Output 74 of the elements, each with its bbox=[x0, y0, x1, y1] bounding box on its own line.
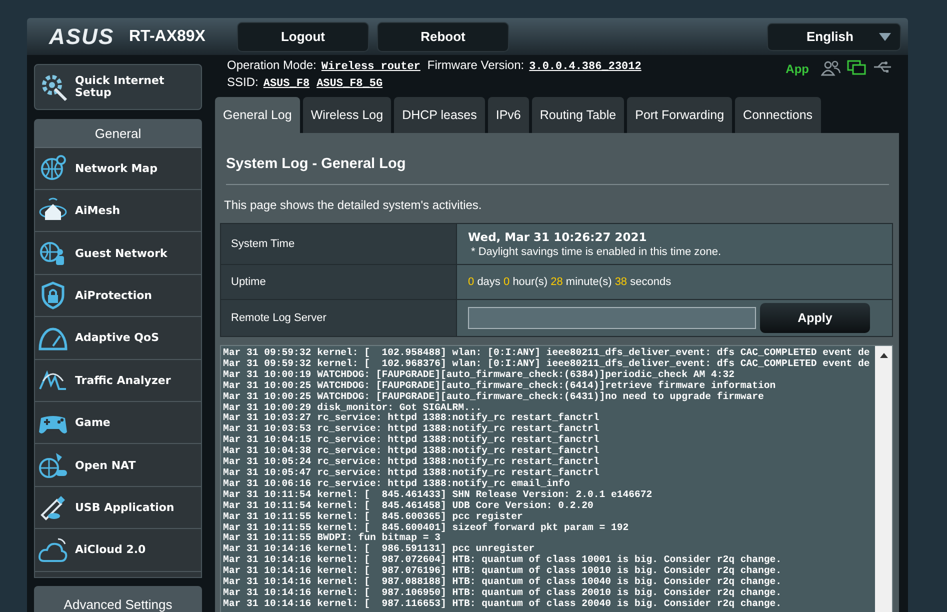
log-line: Mar 31 10:14:16 kernel: [ 987.106950] HTB: quantum of class 20010 is big. Consider r2q change. bbox=[223, 588, 782, 598]
sidebar-heading: General bbox=[35, 120, 201, 148]
sidebar-item[interactable]: Adaptive QoS bbox=[35, 317, 201, 360]
log-line: Mar 31 10:04:38 rc_service: httpd 1388:notify_rc restart_fanctrl bbox=[223, 446, 600, 456]
sidebar-heading: Advanced Settings bbox=[34, 586, 202, 612]
ssid-link[interactable]: ASUS_F8_5G bbox=[316, 78, 383, 90]
tab[interactable]: Routing Table bbox=[532, 97, 624, 133]
apply-button[interactable]: Apply bbox=[760, 303, 870, 333]
sidebar-item[interactable]: USB Application bbox=[35, 486, 201, 530]
log-line: Mar 31 10:14:16 kernel: [ 987.088188] HTB: quantum of class 10040 is big. Consider r2q change. bbox=[223, 577, 782, 588]
ssid-link[interactable]: ASUS_F8 bbox=[263, 78, 310, 90]
sidebar-item[interactable]: Traffic Analyzer bbox=[35, 360, 201, 402]
log-line: Mar 31 10:04:15 rc_service: httpd 1388:notify_rc restart_fanctrl bbox=[223, 435, 600, 446]
log-line: Mar 31 10:03:53 rc_service: httpd 1388:notify_rc restart_fanctrl bbox=[223, 424, 600, 434]
system-time: Wed, Mar 31 10:26:27 2021 bbox=[468, 230, 647, 244]
log-line: Mar 31 10:11:55 kernel: [ 845.600365] pcc register bbox=[223, 512, 523, 522]
log-line: Mar 31 10:11:54 kernel: [ 845.461433] SHN Release Version: 2.0.1 e146672 bbox=[223, 490, 652, 500]
row-label: System Time bbox=[221, 224, 457, 264]
scroll-up-icon bbox=[880, 353, 888, 358]
tab[interactable]: General Log bbox=[215, 97, 300, 133]
tab[interactable]: IPv6 bbox=[488, 97, 529, 133]
log-line: Mar 31 10:00:19 WATCHDOG: [FAUPGRADE][auto_firmware_check:(6384)]periodic_check AM 4:32 bbox=[223, 370, 734, 380]
log-line: Mar 31 10:14:16 kernel: [ 987.116653] HTB: quantum of class 20040 is big. Consider r2q change. bbox=[223, 598, 782, 610]
log-line: Mar 31 10:03:27 rc_service: httpd 1388:notify_rc restart_fanctrl bbox=[223, 413, 600, 424]
sidebar-item[interactable]: AiMesh bbox=[35, 190, 201, 232]
users-icon bbox=[821, 60, 841, 76]
log-line: Mar 31 09:59:32 kernel: [ 102.958488] wlan: [0:I:ANY] ieee80211_dfs_deliver_event: dfs CAC_COMPLETED event de bbox=[223, 348, 870, 358]
sidebar-item[interactable]: AiProtection bbox=[35, 274, 201, 318]
tab[interactable]: Wireless Log bbox=[302, 97, 392, 133]
log-line: Mar 31 10:14:16 kernel: [ 987.072604] HTB: quantum of class 10001 is big. Consider r2q change. bbox=[223, 555, 782, 566]
monitor-icon bbox=[847, 60, 867, 76]
model-name: RT-AX89X bbox=[129, 28, 206, 46]
sidebar-item[interactable]: Guest Network bbox=[35, 232, 201, 275]
time-zone-note: * Daylight savings time is enabled in this time zone. bbox=[470, 246, 722, 258]
usb-icon bbox=[873, 60, 893, 74]
log-line: Mar 31 10:00:29 disk_monitor: Got SIGALRM... bbox=[223, 402, 482, 413]
row-label: Uptime bbox=[221, 265, 457, 299]
tab[interactable]: Connections bbox=[735, 97, 821, 133]
mode-link[interactable]: Wireless router bbox=[321, 61, 420, 73]
log-line: Mar 31 10:00:25 WATCHDOG: [FAUPGRADE][auto_firmware_check:(6414)]retrieve firmware information bbox=[223, 380, 776, 392]
log-line: Mar 31 10:14:16 kernel: [ 987.076196] HTB: quantum of class 10010 is big. Consider r2q change. bbox=[223, 566, 782, 576]
firmware-link[interactable]: 3.0.0.4.386_23012 bbox=[529, 61, 642, 73]
header-button[interactable]: Reboot bbox=[377, 22, 509, 52]
globe-icon bbox=[38, 450, 68, 480]
info-label: SSID: bbox=[227, 75, 258, 89]
row-label: Remote Log Server bbox=[221, 300, 457, 336]
info-label: Operation Mode: bbox=[227, 58, 316, 72]
log-line: Mar 31 09:59:32 kernel: [ 102.968376] wlan: [0:I:ANY] ieee80211_dfs_deliver_event: dfs CAC_COMPLETED event de bbox=[223, 358, 870, 370]
quick-setup-button[interactable]: Quick Internet Setup bbox=[34, 64, 202, 110]
log-line: Mar 31 10:05:47 rc_service: httpd 1388:notify_rc restart_fanctrl bbox=[223, 468, 600, 478]
uptime-value: 0 days 0 hour(s) 28 minute(s) 38 seconds bbox=[468, 276, 672, 288]
brand-logo: ASUS bbox=[49, 24, 116, 50]
sidebar-item[interactable]: AiCloud 2.0 bbox=[35, 529, 201, 572]
caret-icon bbox=[879, 32, 892, 40]
log-line: Mar 31 10:14:16 kernel: [ 986.591131] pcc unregister bbox=[223, 544, 535, 554]
sidebar-item[interactable]: Game bbox=[35, 402, 201, 444]
log-line: Mar 31 10:11:55 BWDPI: fun bitmap = 3 bbox=[223, 533, 441, 544]
sidebar-item[interactable]: Open NAT bbox=[35, 444, 201, 487]
log-line: Mar 31 10:11:54 kernel: [ 845.461458] UDB Core Version: 0.2.20 bbox=[223, 500, 594, 512]
log-line: Mar 31 10:05:24 rc_service: httpd 1388:notify_rc restart_fanctrl bbox=[223, 457, 600, 468]
page-description: This page shows the detailed system's activities. bbox=[223, 197, 483, 214]
log-line: Mar 31 10:06:16 rc_service: httpd 1388:notify_rc email_info bbox=[223, 478, 570, 490]
page-title: System Log - General Log bbox=[225, 155, 407, 174]
info-label: Firmware Version: bbox=[427, 58, 524, 72]
scrollbar[interactable] bbox=[875, 346, 892, 612]
tab[interactable]: Port Forwarding bbox=[627, 97, 732, 133]
app-link[interactable]: App bbox=[786, 62, 809, 76]
header-button[interactable]: Logout bbox=[237, 22, 369, 52]
language-dropdown[interactable]: English bbox=[767, 22, 901, 50]
log-line: Mar 31 10:11:55 kernel: [ 845.600401] sizeof forward pkt param = 192 bbox=[223, 522, 629, 533]
log-line: Mar 31 10:00:25 WATCHDOG: [FAUPGRADE][auto_firmware_check:(6431)]no need to upgrade firmware bbox=[223, 392, 764, 402]
server-input-field[interactable] bbox=[468, 307, 756, 329]
sidebar-item[interactable]: Network Map bbox=[35, 148, 201, 190]
tab[interactable]: DHCP leases bbox=[394, 97, 485, 133]
